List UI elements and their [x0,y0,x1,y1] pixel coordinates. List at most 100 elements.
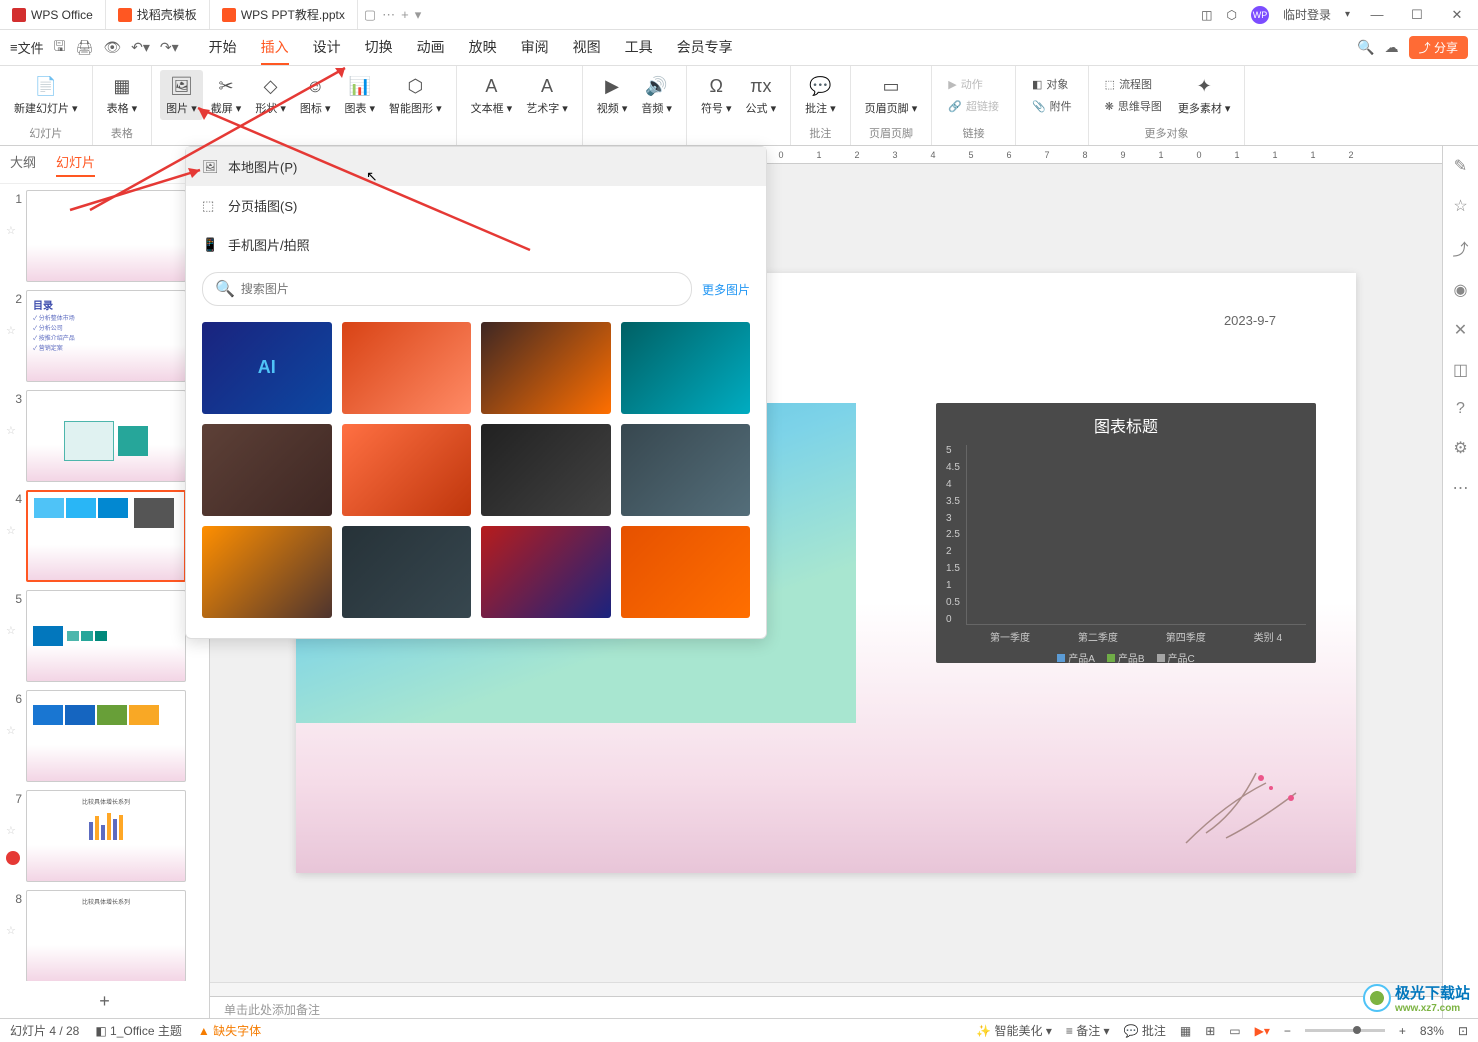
zoom-out-icon[interactable]: − [1284,1024,1291,1038]
slideshow-icon[interactable]: ▶▾ [1255,1024,1270,1038]
dropdown-option-2[interactable]: 📱手机图片/拍照 [186,225,766,264]
slide-thumb-7[interactable]: 7☆比较具体增长系列 [6,790,203,882]
stock-image-8[interactable] [202,526,332,618]
view-normal-icon[interactable]: ▦ [1180,1024,1191,1038]
preview-icon[interactable]: 👁 [103,39,121,56]
ribbon-页眉页脚[interactable]: ▭页眉页脚 ▾ [859,70,924,120]
ribbon-艺术字[interactable]: A艺术字 ▾ [520,70,574,120]
menu-tab-视图[interactable]: 视图 [573,31,601,65]
theme-label[interactable]: ◧ 1_Office 主题 [95,1022,181,1039]
ribbon-音频[interactable]: 🔊音频 ▾ [635,70,678,120]
slide-thumb-2[interactable]: 2☆目录✓ 分析整体市场✓ 分析公司✓ 按推介绍产品✓ 营销定案 [6,290,203,382]
tab-docer[interactable]: 找稻壳模板 [106,0,210,29]
maximize-icon[interactable]: ☐ [1404,7,1430,23]
ribbon-视频[interactable]: ▶视频 ▾ [591,70,634,120]
stock-image-1[interactable] [342,322,472,414]
missing-font-warning[interactable]: ▲ 缺失字体 [198,1022,261,1039]
ribbon-思维导图[interactable]: ❋思维导图 [1101,96,1166,116]
menu-tab-审阅[interactable]: 审阅 [521,31,549,65]
stock-image-5[interactable] [342,424,472,516]
help-icon[interactable]: ? [1456,400,1465,418]
image-search-input[interactable] [241,282,679,296]
ribbon-流程图[interactable]: ⬚流程图 [1101,74,1166,94]
dropdown-option-0[interactable]: 🖼本地图片(P) [186,147,766,186]
ribbon-形状[interactable]: ◇形状 ▾ [249,70,292,120]
ribbon-表格[interactable]: ▦表格 ▾ [101,70,144,120]
ribbon-公式[interactable]: πx公式 ▾ [740,70,783,120]
slide-chart[interactable]: 图表标题 54.543.532.521.510.50 第一季度第二季度第四季度类… [936,403,1316,663]
menu-tab-动画[interactable]: 动画 [417,31,445,65]
tab-current-file[interactable]: WPS PPT教程.pptx [210,0,358,29]
undo-icon[interactable]: ↶▾ [131,39,150,56]
zoom-slider[interactable] [1305,1029,1385,1032]
redo-icon[interactable]: ↷▾ [160,39,179,56]
tab-wps-office[interactable]: WPS Office [0,0,106,29]
stock-image-7[interactable] [621,424,751,516]
panel-icon[interactable]: ◫ [1201,8,1212,22]
new-slide-button[interactable]: + [0,981,209,1022]
stock-image-6[interactable] [481,424,611,516]
menu-tab-设计[interactable]: 设计 [313,31,341,65]
layers-icon[interactable]: ◫ [1453,360,1468,380]
slide-thumb-6[interactable]: 6☆ [6,690,203,782]
zoom-in-icon[interactable]: + [1399,1024,1406,1038]
tab-menu-icon[interactable]: ▢ [364,7,376,23]
save-icon[interactable]: 🖫 [54,36,66,60]
slide-thumb-1[interactable]: 1☆ [6,190,203,282]
horizontal-scrollbar[interactable] [210,982,1442,996]
tab-slides[interactable]: 幻灯片 [56,152,95,177]
export-icon[interactable]: ⤴ [1452,236,1468,260]
minimize-icon[interactable]: — [1364,7,1390,22]
tab-more-icon[interactable]: ⋯ [382,7,395,23]
dropdown-option-1[interactable]: ⬚分页插图(S) [186,186,766,225]
comments-button[interactable]: 💬 批注 [1124,1022,1166,1039]
tools-icon[interactable]: ✕ [1454,320,1467,340]
cube-icon[interactable]: ⬡ [1226,8,1236,22]
slide-thumb-4[interactable]: 4☆ [6,490,203,582]
settings-icon[interactable]: ⚙ [1453,438,1467,458]
slide-thumb-8[interactable]: 8☆比较具体增长系列 [6,890,203,981]
pencil-icon[interactable]: ✎ [1454,156,1467,176]
tab-outline[interactable]: 大纲 [10,152,36,177]
ribbon-更多素材[interactable]: ✦更多素材 ▾ [1172,70,1237,120]
share-button[interactable]: ⤴ 分享 [1409,36,1468,59]
menu-tab-开始[interactable]: 开始 [209,31,237,65]
menu-tab-插入[interactable]: 插入 [261,31,289,65]
stock-image-11[interactable] [621,526,751,618]
close-icon[interactable]: ✕ [1444,7,1470,23]
ribbon-附件[interactable]: 📎附件 [1028,96,1076,116]
stock-image-2[interactable] [481,322,611,414]
new-tab-icon[interactable]: + [401,7,409,22]
stock-image-10[interactable] [481,526,611,618]
view-reading-icon[interactable]: ▭ [1229,1024,1240,1038]
menu-tab-工具[interactable]: 工具 [625,31,653,65]
more-icon[interactable]: ⋯ [1453,478,1469,498]
ribbon-文本框[interactable]: A文本框 ▾ [465,70,519,120]
cloud-icon[interactable]: ☁ [1385,39,1399,56]
user-avatar[interactable]: WP [1251,6,1269,24]
ribbon-对象[interactable]: ◧对象 [1028,74,1076,94]
menu-tab-放映[interactable]: 放映 [469,31,497,65]
stock-image-0[interactable]: AI [202,322,332,414]
stock-image-3[interactable] [621,322,751,414]
ribbon-图片[interactable]: 🖼图片 ▾ [160,70,203,120]
zoom-level[interactable]: 83% [1420,1024,1444,1038]
slide-thumb-5[interactable]: 5☆ [6,590,203,682]
slide-list[interactable]: 1☆2☆目录✓ 分析整体市场✓ 分析公司✓ 按推介绍产品✓ 营销定案3☆4☆5☆… [0,184,209,981]
user-label[interactable]: 临时登录 [1283,6,1331,23]
file-menu[interactable]: ≡ 文件 [10,38,44,57]
stock-image-9[interactable] [342,526,472,618]
image-search-box[interactable]: 🔍 [202,272,692,306]
palette-icon[interactable]: ◉ [1454,280,1468,300]
print-icon[interactable]: 🖨 [76,39,94,56]
more-images-link[interactable]: 更多图片 [702,281,750,298]
ribbon-新建幻灯片[interactable]: 📄新建幻灯片 ▾ [8,70,84,120]
star-icon[interactable]: ☆ [1453,196,1467,216]
tab-dropdown-icon[interactable]: ▾ [415,7,422,23]
smart-beautify-button[interactable]: ✨ 智能美化 ▾ [976,1022,1052,1039]
ribbon-批注[interactable]: 💬批注 ▾ [799,70,842,120]
menu-tab-会员专享[interactable]: 会员专享 [677,31,733,65]
slide-thumb-3[interactable]: 3☆ [6,390,203,482]
notes-button[interactable]: ≡ 备注 ▾ [1066,1022,1110,1039]
ribbon-截屏[interactable]: ✂截屏 ▾ [205,70,248,120]
